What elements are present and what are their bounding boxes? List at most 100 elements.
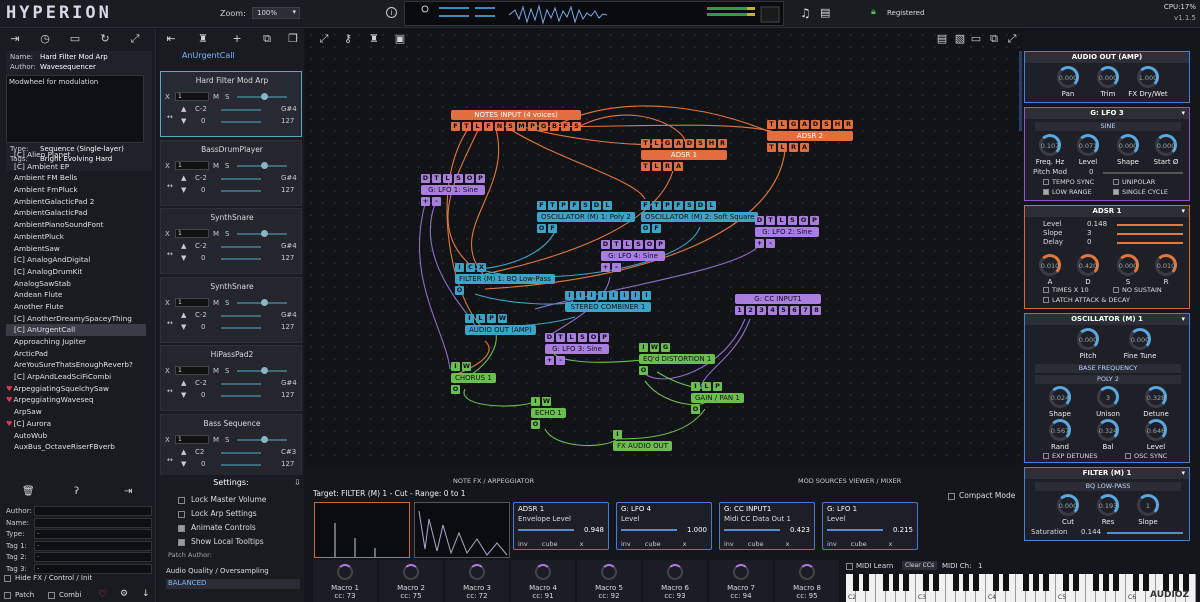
mute-toggle[interactable]: M	[213, 162, 219, 170]
filter-field[interactable]: -	[34, 552, 152, 562]
node-pin[interactable]: H	[707, 139, 716, 148]
node-pin[interactable]: T	[612, 240, 621, 249]
node-pin[interactable]: F	[674, 201, 683, 210]
node-pin[interactable]: I	[598, 291, 607, 300]
knob-value[interactable]: 0.000	[1053, 74, 1083, 82]
midi-channel-select[interactable]: 1	[175, 160, 209, 170]
velocity-high[interactable]: 127	[281, 254, 294, 262]
patch-list-item[interactable]: AmbientGalacticPad	[6, 207, 146, 219]
node-pin[interactable]: O	[465, 174, 474, 183]
inv-toggle[interactable]: inv	[827, 540, 837, 548]
inv-toggle[interactable]: inv	[621, 540, 631, 548]
node-pin[interactable]: T	[641, 139, 650, 148]
node-pin[interactable]: S	[788, 216, 797, 225]
node-pin[interactable]: L	[443, 174, 452, 183]
macro-dial[interactable]	[469, 564, 485, 580]
modular-graph[interactable]: ⤢ ⚷ ♜ ▣ ▤ ▧ ▭ ⧉ ⤢ NOTES INPUT (4 voices)…	[305, 29, 1022, 465]
mute-icon[interactable]: X	[165, 436, 170, 444]
black-key[interactable]	[1033, 574, 1039, 591]
filter-field[interactable]: -	[34, 563, 152, 574]
dropdown-icon[interactable]: ▾	[1181, 108, 1185, 119]
checkbox-box[interactable]	[1043, 287, 1049, 293]
pitch-mod-value[interactable]: 0	[1089, 168, 1093, 176]
black-key[interactable]	[1073, 574, 1079, 591]
mute-icon[interactable]: X	[165, 93, 170, 101]
black-key[interactable]	[863, 574, 869, 591]
node-pin[interactable]: S	[578, 333, 587, 342]
node-pin[interactable]: F	[484, 122, 493, 131]
macro-knob[interactable]: Macro 4 cc: 91	[511, 560, 575, 602]
black-key[interactable]	[1143, 574, 1149, 591]
black-key[interactable]	[933, 574, 939, 591]
node-pin[interactable]: L	[603, 201, 612, 210]
knob-value[interactable]: 0.107	[1035, 142, 1065, 150]
node-pin[interactable]: I	[531, 397, 540, 406]
node-pin[interactable]: B	[550, 122, 559, 131]
velocity-range-slider[interactable]	[221, 463, 261, 466]
saturation-slider[interactable]	[1107, 532, 1183, 534]
macro-knob[interactable]: Macro 5 cc: 92	[577, 560, 641, 602]
ear-icon[interactable]: ʔ	[74, 486, 79, 497]
black-key[interactable]	[1023, 574, 1029, 591]
knob-value[interactable]: 0.567	[1045, 427, 1075, 435]
note-high[interactable]: G#4	[281, 105, 297, 113]
midi-channel-select[interactable]: 1	[175, 297, 209, 307]
patch-list-item[interactable]: ♥ArpeggiatingSquelchySaw	[6, 383, 146, 395]
node-pin[interactable]: 1	[735, 306, 744, 315]
node-pin[interactable]: 2	[746, 306, 755, 315]
macro-knob[interactable]: Macro 6 cc: 93	[643, 560, 707, 602]
node-pin[interactable]: M	[517, 122, 526, 131]
node-pin[interactable]: F	[652, 224, 661, 233]
checkbox-box[interactable]	[178, 496, 185, 504]
black-key[interactable]	[1183, 574, 1189, 591]
pitch-mod-slider[interactable]	[1103, 172, 1183, 174]
setting-checkbox[interactable]: Lock Master Volume	[178, 495, 266, 504]
add-icon[interactable]: +	[230, 32, 244, 45]
patch-list-item[interactable]: AnalogSawStab	[6, 278, 146, 290]
node-pin[interactable]: O	[537, 224, 546, 233]
info-icon[interactable]: i	[386, 7, 397, 18]
knob-value[interactable]: 0.000	[1073, 336, 1103, 344]
solo-toggle[interactable]: S	[225, 436, 229, 444]
black-key[interactable]	[1063, 574, 1069, 591]
node-pin[interactable]: -	[556, 356, 565, 365]
mod-card[interactable]: G: LFO 1 Level 0.215 inv cube x	[822, 502, 918, 550]
note-high[interactable]: G#4	[281, 174, 297, 182]
node-pin[interactable]: I	[576, 291, 585, 300]
expand-icon[interactable]: ⤢	[128, 32, 142, 46]
volume-handle[interactable]	[261, 298, 268, 306]
node-pin[interactable]: W	[498, 314, 507, 323]
node-pin[interactable]: S	[506, 122, 515, 131]
midi-channel-select[interactable]: 1	[175, 434, 209, 444]
node-pin[interactable]: A	[674, 139, 683, 148]
patch-mode-checkbox[interactable]: Patch	[4, 591, 34, 599]
shift-icon[interactable]: ↔	[167, 319, 173, 327]
mod-amount-slider[interactable]	[724, 529, 780, 531]
patch-list-item[interactable]: [C] Alien Planet	[6, 149, 146, 161]
tab-mod-sources[interactable]: MOD SOURCES VIEWER / MIXER	[798, 477, 901, 485]
node-pin[interactable]: -	[766, 239, 775, 248]
dropdown-icon[interactable]: ▾	[1181, 314, 1185, 325]
node-pin[interactable]: I	[587, 291, 596, 300]
adsr-param-value[interactable]: 0	[1087, 238, 1091, 246]
node-pin[interactable]: S	[454, 174, 463, 183]
velocity-range-slider[interactable]	[221, 326, 261, 329]
combi-mode-checkbox[interactable]: Combi	[48, 591, 81, 599]
node-pin[interactable]: T	[432, 174, 441, 183]
black-key[interactable]	[1093, 574, 1099, 591]
layer-slot[interactable]: SynthSnare X 1 M S ▲ C-2 G#4 ↔ ▼ 0 127	[160, 276, 302, 343]
node-pin[interactable]: S	[581, 201, 590, 210]
layer-slot[interactable]: BassDrumPlayer X 1 M S ▲ C-2 G#4 ↔ ▼ 0 127	[160, 139, 302, 206]
knob-value[interactable]: 1	[1133, 502, 1163, 510]
patch-list-item[interactable]: AutoWub	[6, 430, 146, 442]
node-pin[interactable]: T	[767, 143, 776, 152]
dropdown-icon[interactable]: ▾	[1181, 206, 1185, 217]
node-pin[interactable]: L	[702, 382, 711, 391]
checkbox-box[interactable]	[1043, 297, 1049, 303]
node-gainpan[interactable]: I L P GAIN / PAN 1 O	[691, 382, 744, 414]
note-up-icon[interactable]: ▲	[181, 174, 186, 182]
node-pin[interactable]: P	[663, 201, 672, 210]
node-lfo4[interactable]: D T L S O P G: LFO 4: Sine + -	[601, 240, 665, 272]
node-pin[interactable]: G	[539, 122, 548, 131]
midi-learn-toggle[interactable]: MIDI Learn	[846, 562, 893, 570]
